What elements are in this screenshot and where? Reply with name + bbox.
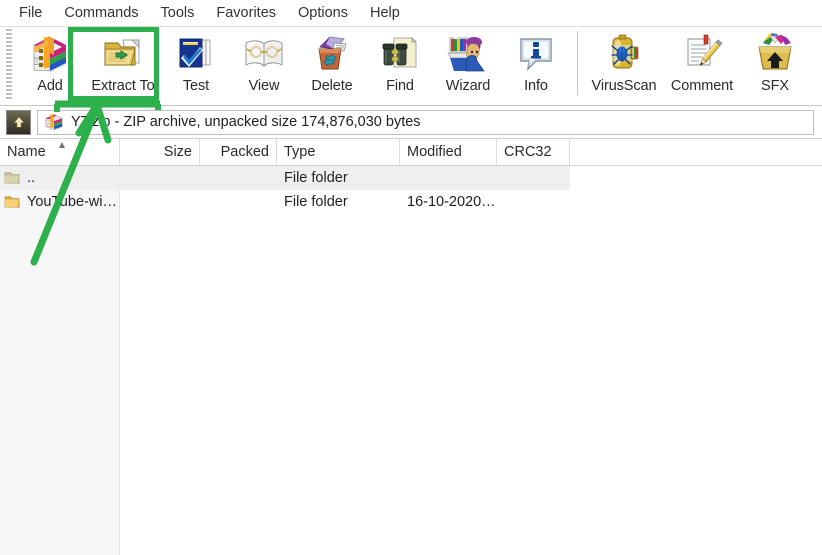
toolbar-label-wizard: Wizard: [445, 78, 491, 94]
column-header-name-label: Name: [7, 144, 46, 160]
file-list-header: Name ▲ Size Packed Type Modified CRC32: [0, 139, 822, 166]
toolbar-label-comment: Comment: [670, 78, 734, 94]
cell-name: ..: [0, 170, 120, 186]
menu-tools[interactable]: Tools: [150, 3, 206, 23]
virusscan-icon: [602, 31, 646, 75]
toolbar-label-view: View: [248, 78, 280, 94]
archive-path-text: YT.zip - ZIP archive, unpacked size 174,…: [71, 114, 421, 130]
toolbar-button-add[interactable]: Add: [16, 27, 84, 101]
column-header-size[interactable]: Size: [120, 139, 200, 165]
sort-ascending-icon: ▲: [57, 140, 67, 151]
toolbar-label-find: Find: [386, 78, 414, 94]
test-check-icon: [174, 31, 218, 75]
column-header-packed[interactable]: Packed: [200, 139, 277, 165]
sfx-box-icon: [753, 31, 797, 75]
toolbar-button-wizard[interactable]: Wizard: [434, 27, 502, 101]
cell-modified: 16-10-2020…: [407, 194, 496, 210]
file-list-body[interactable]: .. File folder YouTube-wi… File folder 1…: [0, 166, 822, 555]
toolbar-button-info[interactable]: Info: [502, 27, 570, 101]
toolbar-button-find[interactable]: Find: [366, 27, 434, 101]
column-header-packed-label: Packed: [220, 144, 269, 160]
column-header-modified[interactable]: Modified: [400, 139, 497, 165]
toolbar-label-test: Test: [182, 78, 210, 94]
toolbar-button-view[interactable]: View: [230, 27, 298, 101]
toolbar-grip[interactable]: [6, 29, 12, 99]
toolbar-button-extract-to[interactable]: Extract To: [84, 27, 162, 101]
extract-folder-icon: [101, 31, 145, 75]
toolbar-label-delete: Delete: [311, 78, 353, 94]
menu-commands[interactable]: Commands: [53, 3, 149, 23]
table-row[interactable]: .. File folder: [0, 166, 570, 190]
address-bar: YT.zip - ZIP archive, unpacked size 174,…: [0, 106, 822, 139]
toolbar-label-extract-to: Extract To: [91, 78, 155, 94]
comment-icon: [680, 31, 724, 75]
find-binoculars-icon: [378, 31, 422, 75]
name-column-stripe: [0, 166, 120, 555]
column-header-crc32-label: CRC32: [504, 144, 552, 160]
delete-bin-icon: [310, 31, 354, 75]
cell-type: File folder: [284, 194, 348, 210]
folder-icon: [4, 196, 20, 208]
archive-add-icon: [28, 31, 72, 75]
menu-bar: File Commands Tools Favorites Options He…: [0, 0, 822, 27]
toolbar: Add Extract To Test View Delete Find Wiz…: [0, 27, 822, 106]
column-header-crc32[interactable]: CRC32: [497, 139, 570, 165]
column-header-type[interactable]: Type: [277, 139, 400, 165]
column-header-size-label: Size: [163, 144, 192, 160]
up-one-level-button[interactable]: [6, 109, 31, 135]
menu-file[interactable]: File: [8, 3, 53, 23]
toolbar-label-add: Add: [37, 78, 63, 94]
toolbar-label-virusscan: VirusScan: [591, 78, 657, 94]
cell-name-text: YouTube-wi…: [27, 194, 118, 210]
up-arrow-icon: [12, 116, 25, 128]
wizard-icon: [446, 31, 490, 75]
menu-options[interactable]: Options: [287, 3, 359, 23]
view-book-icon: [242, 31, 286, 75]
info-icon: [514, 31, 558, 75]
rar-archive-icon: [45, 114, 63, 131]
cell-name-text: ..: [27, 170, 36, 186]
toolbar-button-sfx[interactable]: SFX: [741, 27, 809, 101]
table-row[interactable]: YouTube-wi… File folder 16-10-2020…: [0, 190, 822, 214]
column-header-name[interactable]: Name ▲: [0, 139, 120, 165]
toolbar-label-sfx: SFX: [761, 78, 789, 94]
menu-help[interactable]: Help: [359, 3, 411, 23]
cell-name: YouTube-wi…: [0, 194, 120, 210]
toolbar-label-info: Info: [524, 78, 548, 94]
column-header-type-label: Type: [284, 144, 316, 160]
toolbar-separator: [577, 31, 578, 95]
cell-type: File folder: [284, 170, 348, 186]
toolbar-button-delete[interactable]: Delete: [298, 27, 366, 101]
column-header-modified-label: Modified: [407, 144, 462, 160]
winrar-window: File Commands Tools Favorites Options He…: [0, 0, 822, 555]
parent-folder-icon: [4, 172, 20, 184]
toolbar-button-virusscan[interactable]: VirusScan: [585, 27, 663, 101]
toolbar-button-comment[interactable]: Comment: [663, 27, 741, 101]
archive-path-combobox[interactable]: YT.zip - ZIP archive, unpacked size 174,…: [37, 109, 814, 135]
menu-favorites[interactable]: Favorites: [205, 3, 287, 23]
toolbar-button-test[interactable]: Test: [162, 27, 230, 101]
